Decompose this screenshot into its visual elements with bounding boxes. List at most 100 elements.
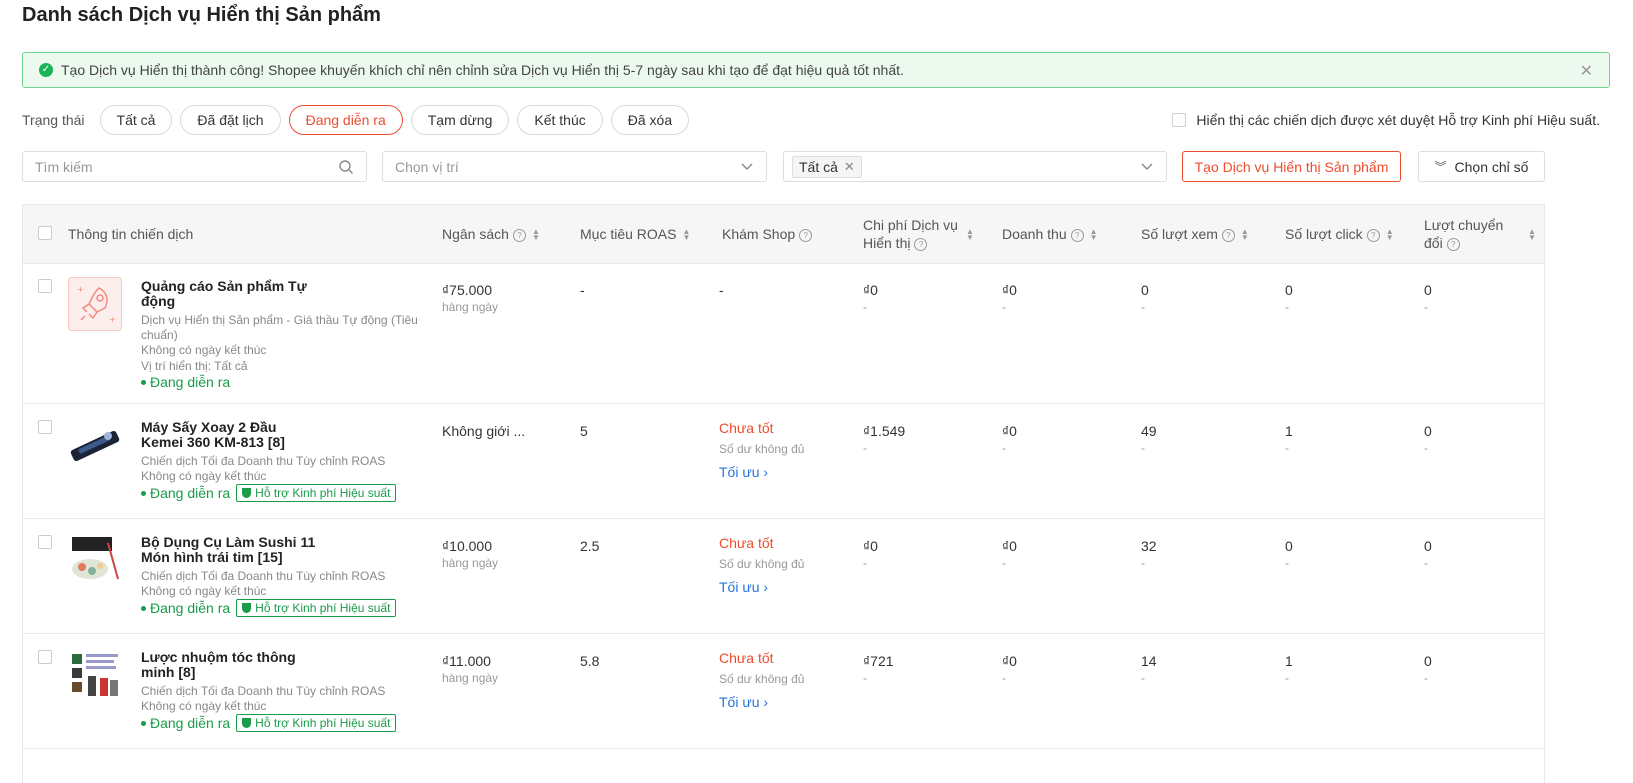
status-badge: Đang diễn ra Hỗ trợ Kinh phí Hiệu suất <box>141 714 397 732</box>
select-all-checkbox[interactable] <box>38 226 52 240</box>
performance-support-badge: Hỗ trợ Kinh phí Hiệu suất <box>236 484 397 502</box>
selected-tag-label: Tất cả <box>799 158 838 175</box>
sort-icon[interactable]: ▲ ▼ <box>682 228 690 242</box>
tab-paused[interactable]: Tạm dừng <box>410 105 510 135</box>
support-filter-checkbox[interactable] <box>1172 113 1187 127</box>
roas-cell: 5 <box>580 423 588 439</box>
campaign-name[interactable]: Quảng cáo Sản phẩm Tự động <box>141 279 321 309</box>
status-badge: Đang diễn ra Hỗ trợ Kinh phí Hiệu suất <box>141 599 397 617</box>
col-shop: Khám Shop? <box>722 225 813 243</box>
table-row: Lược nhuộm tóc thông minh [8] Chiến dịch … <box>23 634 1544 749</box>
tab-deleted[interactable]: Đã xóa <box>610 105 690 135</box>
help-icon[interactable]: ? <box>914 237 928 251</box>
shop-cell: - <box>719 282 724 298</box>
row-checkbox[interactable] <box>38 420 52 434</box>
sort-icon[interactable]: ▲ ▼ <box>1528 228 1536 242</box>
help-icon[interactable]: ? <box>1070 228 1084 242</box>
row-checkbox[interactable] <box>38 650 52 664</box>
svg-text:+: + <box>77 285 84 294</box>
double-chevron-down-icon: ︾ <box>1434 160 1447 174</box>
status-filter: Trạng thái Tất cả Đã đặt lịch Đang diễn … <box>22 105 697 135</box>
sort-icon[interactable]: ▲ ▼ <box>966 228 974 242</box>
revenue-cell: ₫0- <box>1002 423 1017 456</box>
page-title: Danh sách Dịch vụ Hiển thị Sản phẩm <box>22 4 381 26</box>
campaign-name[interactable]: Máy Sấy Xoay 2 Đầu Kemei 360 KM-813 [8] <box>141 420 321 450</box>
campaign-end-date: Không có ngày kết thúc <box>141 469 267 483</box>
tab-all[interactable]: Tất cả <box>99 105 173 135</box>
col-info: Thông tin chiến dịch <box>68 226 194 242</box>
chevron-down-icon <box>741 163 753 170</box>
campaign-type: Dịch vụ Hiển thị Sản phẩm - Giá thầu Tự … <box>141 313 418 342</box>
budget-cell: ₫11.000 hàng ngày <box>442 653 499 686</box>
performance-support-badge: Hỗ trợ Kinh phí Hiệu suất <box>236 599 397 617</box>
status-badge: Đang diễn ra Hỗ trợ Kinh phí Hiệu suất <box>141 484 397 502</box>
help-icon[interactable]: ? <box>1366 228 1380 242</box>
tab-ongoing[interactable]: Đang diễn ra <box>288 105 403 135</box>
status-dot <box>141 379 146 385</box>
performance-support-badge: Hỗ trợ Kinh phí Hiệu suất <box>236 714 397 732</box>
search-input[interactable]: Tìm kiếm <box>22 151 367 182</box>
tab-scheduled[interactable]: Đã đặt lịch <box>180 105 281 135</box>
conversions-cell: 0- <box>1424 423 1432 456</box>
col-views[interactable]: Số lượt xem? ▲ ▼ <box>1141 225 1249 243</box>
shop-cell: Chưa tốt Số dư không đủ <box>719 650 805 687</box>
conversions-cell: 0- <box>1424 653 1432 686</box>
success-alert: ✓ Tạo Dịch vụ Hiển thị thành công! Shope… <box>22 52 1610 88</box>
optimize-link[interactable]: Tối ưu › <box>719 695 768 710</box>
roas-cell: 5.8 <box>580 653 600 669</box>
tag-remove-icon[interactable]: ✕ <box>844 159 855 175</box>
campaign-end-date: Không có ngày kết thúc <box>141 343 267 357</box>
campaign-name[interactable]: Lược nhuộm tóc thông minh [8] <box>141 650 321 680</box>
optimize-link[interactable]: Tối ưu › <box>719 580 768 595</box>
col-roas[interactable]: Mục tiêu ROAS ▲ ▼ <box>580 225 690 243</box>
tag-select[interactable]: Tất cả ✕ <box>783 151 1167 182</box>
budget-cell: Không giới ... <box>442 423 526 439</box>
shield-icon <box>242 718 252 728</box>
help-icon[interactable]: ? <box>1221 228 1235 242</box>
product-thumbnail <box>68 648 122 702</box>
campaign-placement: Vị trí hiển thị: Tất cả <box>141 359 248 373</box>
views-cell: 0- <box>1141 282 1149 315</box>
optimize-link[interactable]: Tối ưu › <box>719 465 768 480</box>
clicks-cell: 0- <box>1285 538 1293 571</box>
choose-metrics-button[interactable]: ︾ Chọn chỉ số <box>1418 151 1545 182</box>
status-dot <box>141 605 146 611</box>
cost-cell: ₫0- <box>863 282 878 315</box>
close-icon[interactable]: ✕ <box>1580 61 1593 81</box>
cost-cell: ₫0- <box>863 538 878 571</box>
search-icon <box>339 160 353 174</box>
budget-cell: ₫10.000 hàng ngày <box>442 538 499 571</box>
sort-icon[interactable]: ▲ ▼ <box>1241 228 1249 242</box>
sushi-kit-image <box>72 537 119 580</box>
views-cell: 14- <box>1141 653 1157 686</box>
shield-icon <box>242 488 252 498</box>
cost-cell: ₫1.549- <box>863 423 906 456</box>
clicks-cell: 1- <box>1285 423 1293 456</box>
create-service-button[interactable]: Tạo Dịch vụ Hiển thị Sản phẩm <box>1182 151 1401 182</box>
col-revenue[interactable]: Doanh thu? ▲ ▼ <box>1002 225 1098 243</box>
shield-icon <box>242 603 252 613</box>
help-icon[interactable]: ? <box>799 228 813 242</box>
sort-icon[interactable]: ▲ ▼ <box>532 228 540 242</box>
sort-icon[interactable]: ▲ ▼ <box>1090 228 1098 242</box>
position-select[interactable]: Chọn vị trí <box>382 151 767 182</box>
col-clicks[interactable]: Số lượt click? ▲ ▼ <box>1285 225 1394 243</box>
col-cost[interactable]: Chi phí Dịch vụ Hiển thị? <box>863 216 973 252</box>
campaign-name[interactable]: Bộ Dụng Cụ Làm Sushi 11 Món hình trái tim… <box>141 535 321 565</box>
row-checkbox[interactable] <box>38 535 52 549</box>
status-dot <box>141 720 146 726</box>
col-conversions[interactable]: Lượt chuyển đổi? <box>1424 216 1514 252</box>
col-budget[interactable]: Ngân sách? ▲ ▼ <box>442 225 540 243</box>
help-icon[interactable]: ? <box>1446 237 1460 251</box>
chevron-down-icon <box>1141 163 1153 170</box>
status-filter-label: Trạng thái <box>22 112 85 128</box>
search-placeholder: Tìm kiếm <box>35 158 93 175</box>
tab-ended[interactable]: Kết thúc <box>517 105 603 135</box>
sort-icon[interactable]: ▲ ▼ <box>1386 228 1394 242</box>
help-icon[interactable]: ? <box>512 228 526 242</box>
table-row: Bộ Dụng Cụ Làm Sushi 11 Món hình trái tim… <box>23 519 1544 634</box>
views-cell: 49- <box>1141 423 1157 456</box>
shop-cell: Chưa tốt Số dư không đủ <box>719 420 805 457</box>
cost-cell: ₫721- <box>863 653 894 686</box>
row-checkbox[interactable] <box>38 279 52 293</box>
